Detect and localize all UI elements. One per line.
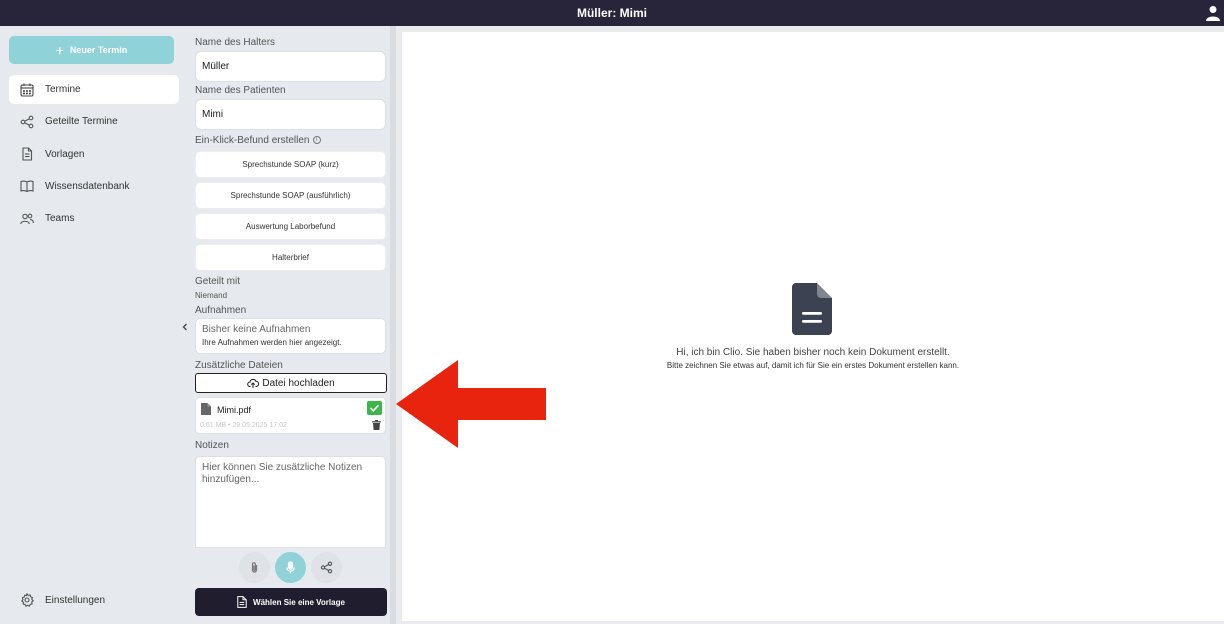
sidebar-item-termine[interactable]: Termine bbox=[9, 75, 179, 104]
shared-label: Geteilt mit bbox=[195, 276, 241, 287]
appointment-panel: Name des Halters Müller Name des Patient… bbox=[186, 26, 396, 624]
notes-label: Notizen bbox=[195, 440, 229, 451]
patient-label: Name des Patienten bbox=[195, 85, 286, 96]
soap-short-button[interactable]: Sprechstunde SOAP (kurz) bbox=[195, 151, 386, 178]
gear-icon bbox=[21, 593, 34, 607]
share-button[interactable] bbox=[311, 552, 342, 583]
checkbox-checked-icon[interactable] bbox=[367, 401, 382, 415]
settings-label: Einstellungen bbox=[45, 594, 106, 606]
sidebar-item-label: Wissensdatenbank bbox=[45, 180, 130, 192]
lab-evaluation-button[interactable]: Auswertung Laborbefund bbox=[195, 213, 386, 240]
sidebar-item-knowledge-base[interactable]: Wissensdatenbank bbox=[9, 172, 179, 201]
chevron-left-icon bbox=[182, 323, 187, 330]
choose-template-button[interactable]: Wählen Sie eine Vorlage bbox=[195, 588, 387, 616]
recordings-hint-text: Ihre Aufnahmen werden hier angezeigt. bbox=[202, 338, 342, 347]
notes-textarea[interactable]: Hier können Sie zusätzliche Notizen hinz… bbox=[195, 456, 386, 548]
sidebar-item-templates[interactable]: Vorlagen bbox=[9, 140, 179, 169]
info-icon[interactable]: i bbox=[312, 136, 321, 145]
recordings-empty-text: Bisher keine Aufnahmen bbox=[202, 324, 311, 335]
document-area: Hi, ich bin Clio. Sie haben bisher noch … bbox=[402, 32, 1224, 621]
sidebar-nav: Termine Geteilte Termine Vorlagen Wissen… bbox=[9, 75, 179, 236]
file-icon bbox=[201, 403, 211, 415]
new-appointment-button[interactable]: + Neuer Termin bbox=[9, 36, 174, 64]
book-icon bbox=[20, 180, 34, 193]
recordings-label: Aufnahmen bbox=[195, 305, 247, 316]
file-item[interactable]: Mimi.pdf 0.61 MB • 29.05.2025 17:02 bbox=[195, 397, 386, 434]
empty-state-message: Hi, ich bin Clio. Sie haben bisher noch … bbox=[676, 347, 950, 358]
new-appointment-label: Neuer Termin bbox=[69, 45, 128, 55]
sidebar-item-label: Geteilte Termine bbox=[45, 116, 118, 128]
sidebar-item-shared[interactable]: Geteilte Termine bbox=[9, 107, 179, 136]
document-icon bbox=[237, 596, 247, 608]
cloud-upload-icon bbox=[247, 378, 260, 388]
paperclip-icon bbox=[251, 562, 258, 573]
shared-value: Niemand bbox=[195, 291, 228, 300]
microphone-icon bbox=[286, 561, 295, 574]
top-bar: Müller: Mimi bbox=[0, 0, 1224, 26]
sidebar: + Neuer Termin Termine Geteilte Termine bbox=[0, 26, 186, 624]
upload-file-label: Datei hochladen bbox=[262, 377, 335, 389]
document-icon bbox=[792, 283, 832, 335]
users-icon bbox=[20, 213, 34, 224]
oneclick-label: Ein-Klick-Befund erstellen i bbox=[195, 135, 321, 146]
recordings-box: Bisher keine Aufnahmen Ihre Aufnahmen we… bbox=[195, 318, 386, 354]
share-icon bbox=[20, 115, 34, 129]
red-arrow-annotation bbox=[396, 360, 546, 448]
files-label: Zusätzliche Dateien bbox=[195, 360, 283, 371]
owner-label: Name des Halters bbox=[195, 37, 276, 48]
sidebar-item-teams[interactable]: Teams bbox=[9, 204, 179, 233]
sidebar-item-label: Teams bbox=[45, 213, 75, 225]
user-icon[interactable] bbox=[1206, 5, 1220, 21]
sidebar-item-label: Termine bbox=[45, 84, 81, 95]
page-title: Müller: Mimi bbox=[576, 6, 647, 20]
owner-letter-button[interactable]: Halterbrief bbox=[195, 244, 386, 271]
soap-detailed-button[interactable]: Sprechstunde SOAP (ausführlich) bbox=[195, 182, 386, 209]
file-meta: 0.61 MB • 29.05.2025 17:02 bbox=[200, 422, 287, 429]
trash-icon[interactable] bbox=[372, 420, 381, 430]
patient-name-field[interactable]: Mimi bbox=[195, 99, 386, 130]
calendar-icon bbox=[20, 83, 34, 97]
document-icon bbox=[22, 147, 33, 161]
sidebar-item-label: Vorlagen bbox=[45, 148, 85, 160]
share-icon bbox=[320, 561, 333, 574]
owner-name-field[interactable]: Müller bbox=[195, 51, 386, 82]
upload-file-button[interactable]: Datei hochladen bbox=[195, 373, 387, 393]
record-button[interactable] bbox=[275, 552, 306, 583]
attach-button[interactable] bbox=[239, 552, 270, 583]
sidebar-item-settings[interactable]: Einstellungen bbox=[9, 590, 179, 610]
oneclick-label-text: Ein-Klick-Befund erstellen bbox=[195, 135, 310, 146]
collapse-sidebar-button[interactable] bbox=[176, 318, 193, 335]
file-name: Mimi.pdf bbox=[217, 405, 252, 415]
plus-icon: + bbox=[55, 42, 64, 58]
choose-template-label: Wählen Sie eine Vorlage bbox=[253, 597, 345, 607]
